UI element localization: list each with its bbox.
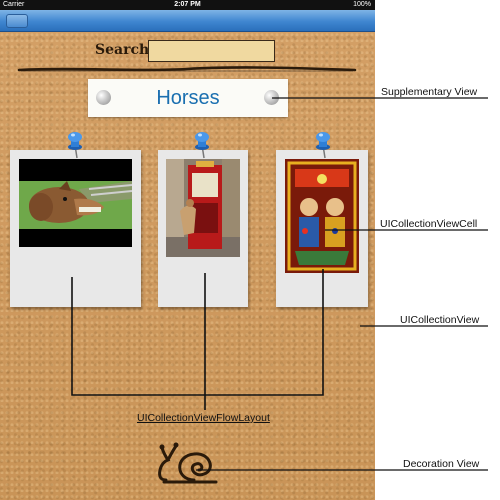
horse-photo bbox=[19, 159, 132, 247]
supplementary-header: Horses bbox=[88, 79, 288, 117]
status-bar: Carrier 2:07 PM 100% bbox=[0, 0, 375, 10]
pushpin-2-icon bbox=[195, 132, 209, 159]
divider-scribble bbox=[17, 66, 357, 72]
nav-bar-button[interactable] bbox=[6, 14, 28, 28]
collection-view-label: UICollectionView bbox=[400, 314, 480, 326]
pushpin-1-icon bbox=[68, 132, 82, 159]
red-booth-horse-photo bbox=[166, 159, 240, 257]
carousel-art-photo bbox=[285, 159, 359, 273]
collection-cell-3[interactable] bbox=[276, 150, 368, 307]
battery-level: 100% bbox=[353, 1, 371, 8]
flow-layout-label: UICollectionViewFlowLayout bbox=[137, 412, 270, 424]
pin-right-icon bbox=[264, 90, 279, 105]
navigation-bar bbox=[0, 10, 375, 32]
header-title: Horses bbox=[156, 87, 220, 109]
search-label: Search: bbox=[95, 42, 155, 58]
pushpin-3-icon bbox=[316, 132, 330, 159]
ipad-screen: Carrier 2:07 PM 100% Search: Horses bbox=[0, 0, 375, 500]
clock: 2:07 PM bbox=[174, 1, 201, 8]
supplementary-view-label: Supplementary View bbox=[381, 86, 478, 98]
snail-decoration-icon bbox=[158, 442, 218, 484]
collection-cell-2[interactable] bbox=[158, 150, 248, 307]
decoration-view-label: Decoration View bbox=[403, 458, 480, 470]
collection-cell-1[interactable] bbox=[10, 150, 141, 307]
collection-view-cell-label: UICollectionViewCell bbox=[380, 218, 478, 230]
search-input[interactable] bbox=[148, 40, 275, 62]
